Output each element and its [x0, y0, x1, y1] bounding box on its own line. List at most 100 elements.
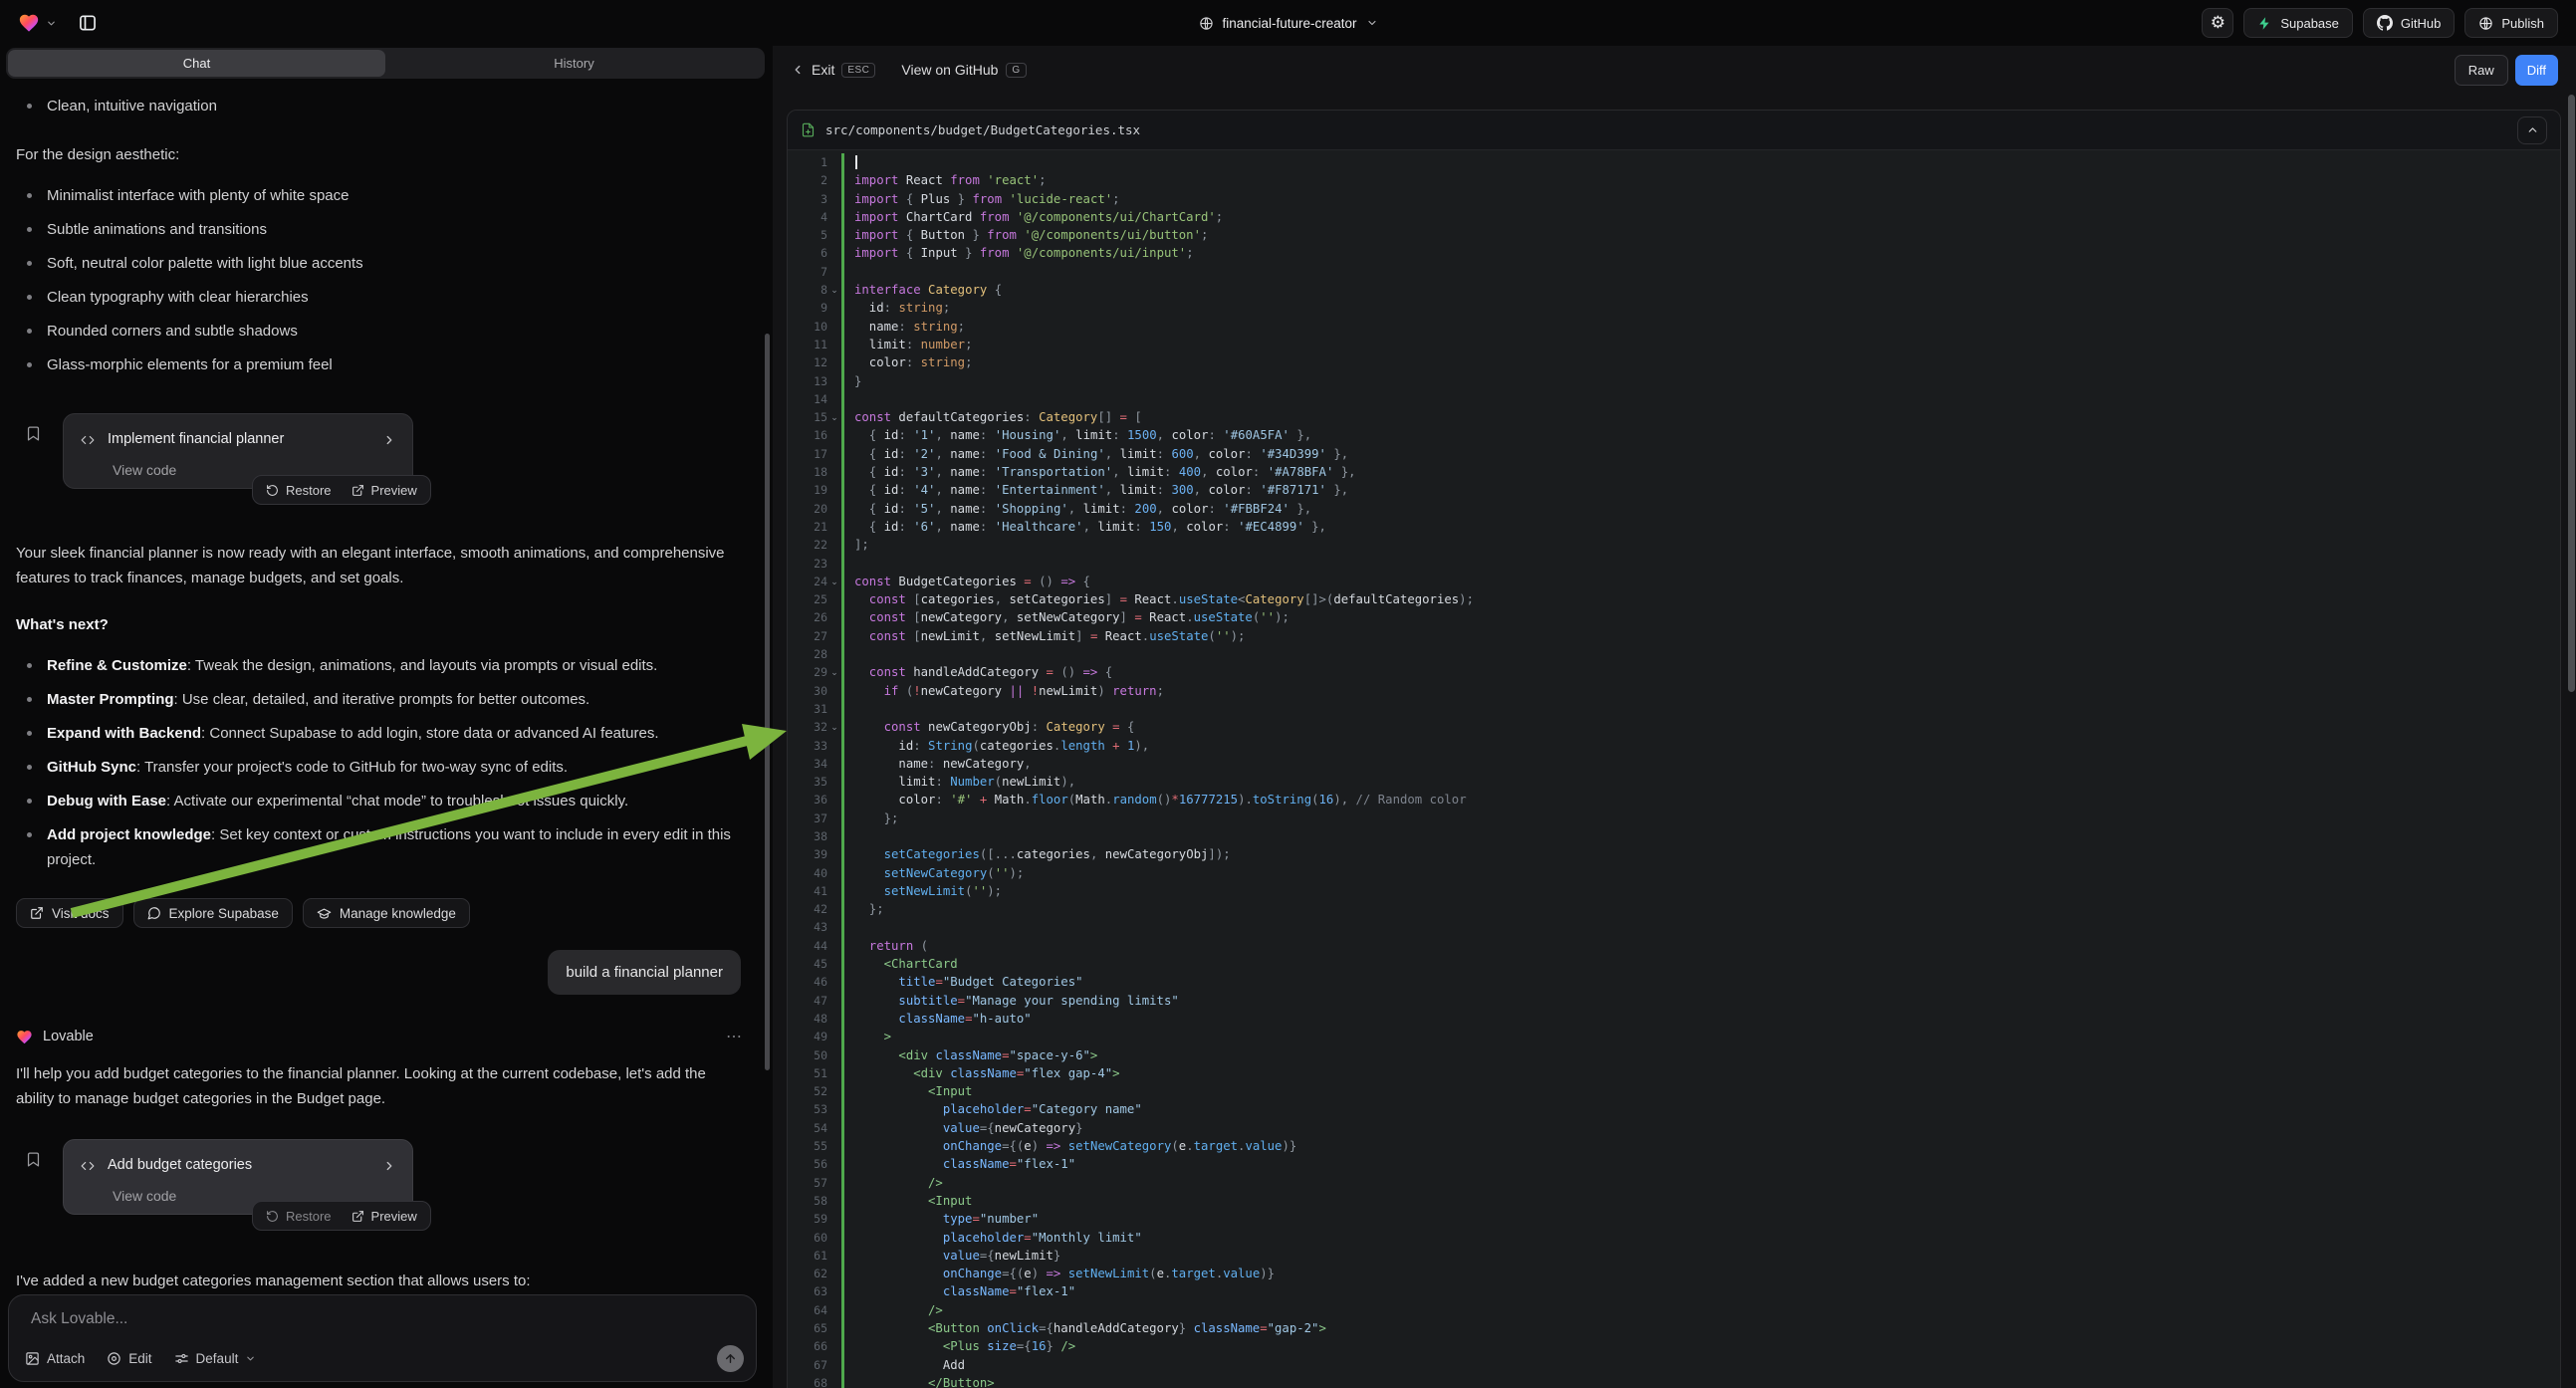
code-line: 50 <div className="space-y-6"> [788, 1046, 2560, 1064]
version-card-title: Implement financial planner [108, 427, 284, 452]
code-line: 29⌄ const handleAddCategory = () => { [788, 663, 2560, 681]
list-item: GitHub Sync: Transfer your project's cod… [16, 755, 747, 780]
code-line: 21 { id: '6', name: 'Healthcare', limit:… [788, 518, 2560, 536]
code-line: 48 className="h-auto" [788, 1010, 2560, 1028]
bookmark-icon[interactable] [25, 1151, 42, 1168]
code-line: 25 const [categories, setCategories] = R… [788, 590, 2560, 608]
chevron-down-icon [245, 1353, 256, 1364]
code-line: 43 [788, 918, 2560, 936]
code-line: 53 placeholder="Category name" [788, 1100, 2560, 1118]
external-link-icon [351, 484, 364, 497]
code-file-card: src/components/budget/BudgetCategories.t… [787, 110, 2561, 1388]
code-file-header[interactable]: src/components/budget/BudgetCategories.t… [788, 111, 2560, 150]
sidebar-toggle-icon[interactable] [73, 8, 103, 38]
code-line: 10 name: string; [788, 318, 2560, 336]
restore-button[interactable]: Restore [256, 1202, 342, 1230]
code-line: 36 color: '#' + Math.floor(Math.random()… [788, 791, 2560, 809]
code-line: 3import { Plus } from 'lucide-react'; [788, 190, 2560, 208]
visit-docs-button[interactable]: Visit docs [16, 898, 123, 928]
code-line: 67 Add [788, 1356, 2560, 1374]
code-line: 6import { Input } from '@/components/ui/… [788, 244, 2560, 262]
preview-button[interactable]: Preview [342, 1202, 427, 1230]
assistant-header: Lovable ⋯ [16, 1025, 747, 1049]
mode-select[interactable]: Default [174, 1351, 257, 1366]
tab-history[interactable]: History [385, 50, 763, 77]
message-more-button[interactable]: ⋯ [726, 1025, 747, 1049]
design-aesthetic-heading: For the design aesthetic: [16, 142, 747, 167]
view-on-github-button[interactable]: View on GitHub G [901, 62, 1026, 78]
lovable-logo-icon[interactable] [18, 12, 40, 34]
chat-panel: Chat History Clean, intuitive navigation… [0, 46, 773, 1388]
added-intro: I've added a new budget categories manag… [16, 1269, 747, 1288]
chevron-right-icon [382, 1159, 396, 1173]
code-line: 13} [788, 372, 2560, 390]
code-line: 58 <Input [788, 1192, 2560, 1210]
edit-button[interactable]: Edit [107, 1351, 151, 1366]
publish-button[interactable]: Publish [2464, 8, 2558, 38]
code-line: 65 <Button onClick={handleAddCategory} c… [788, 1319, 2560, 1337]
code-editor[interactable]: 12import React from 'react';3import { Pl… [788, 151, 2560, 1388]
code-line: 32⌄ const newCategoryObj: Category = { [788, 718, 2560, 736]
graduation-cap-icon [317, 906, 332, 921]
code-line: 2import React from 'react'; [788, 171, 2560, 189]
code-line: 20 { id: '5', name: 'Shopping', limit: 2… [788, 500, 2560, 518]
version-card-wrap: Implement financial planner View code Re… [25, 413, 747, 517]
code-scrollbar[interactable] [2568, 95, 2575, 692]
list-item: Subtle animations and transitions [16, 217, 747, 242]
code-line: 22]; [788, 536, 2560, 554]
collapse-file-button[interactable] [2517, 116, 2547, 144]
attach-button[interactable]: Attach [25, 1351, 85, 1366]
sliders-icon [174, 1351, 189, 1366]
code-line: 14 [788, 390, 2560, 408]
restore-button[interactable]: Restore [256, 476, 342, 504]
code-line: 34 name: newCategory, [788, 755, 2560, 773]
code-line: 18 { id: '3', name: 'Transportation', li… [788, 463, 2560, 481]
logo-chevron-down-icon[interactable] [46, 18, 57, 29]
code-line: 54 value={newCategory} [788, 1119, 2560, 1137]
diff-toggle-button[interactable]: Diff [2515, 55, 2558, 86]
tab-chat[interactable]: Chat [8, 50, 385, 77]
code-line: 64 /> [788, 1301, 2560, 1319]
manage-knowledge-button[interactable]: Manage knowledge [303, 898, 470, 928]
code-line: 7 [788, 263, 2560, 281]
top-bar: financial-future-creator ⚙ Supabase GitH… [0, 0, 2576, 46]
project-switcher[interactable]: financial-future-creator [1198, 16, 1377, 31]
settings-button[interactable]: ⚙ [2202, 8, 2233, 38]
image-icon [25, 1351, 40, 1366]
chat-composer[interactable]: Ask Lovable... Attach Edit Default [8, 1294, 757, 1382]
code-line: 49 > [788, 1028, 2560, 1045]
list-item: Refine & Customize: Tweak the design, an… [16, 653, 747, 678]
list-item: Master Prompting: Use clear, detailed, a… [16, 687, 747, 712]
code-lines: 12import React from 'react';3import { Pl… [788, 153, 2560, 1388]
list-item: Rounded corners and subtle shadows [16, 319, 747, 344]
code-line: 66 <Plus size={16} /> [788, 1337, 2560, 1355]
lovable-heart-icon [16, 1029, 33, 1045]
send-button[interactable] [717, 1345, 744, 1372]
github-button[interactable]: GitHub [2363, 8, 2455, 38]
code-line: 31 [788, 700, 2560, 718]
code-line: 16 { id: '1', name: 'Housing', limit: 15… [788, 426, 2560, 444]
project-chevron-down-icon [1366, 17, 1378, 29]
exit-button[interactable]: Exit ESC [791, 62, 875, 78]
restore-preview-bar: Restore Preview [252, 1201, 431, 1231]
raw-toggle-button[interactable]: Raw [2455, 55, 2508, 86]
code-line: 1 [788, 153, 2560, 171]
list-item: Expand with Backend: Connect Supabase to… [16, 721, 747, 746]
code-line: 41 setNewLimit(''); [788, 882, 2560, 900]
code-icon [80, 433, 96, 447]
restore-preview-bar: Restore Preview [252, 475, 431, 505]
list-item: Debug with Ease: Activate our experiment… [16, 789, 747, 813]
bookmark-icon[interactable] [25, 425, 42, 442]
preview-button[interactable]: Preview [342, 476, 427, 504]
code-line: 15⌄const defaultCategories: Category[] =… [788, 408, 2560, 426]
code-line: 30 if (!newCategory || !newLimit) return… [788, 682, 2560, 700]
chat-messages: Clean, intuitive navigation For the desi… [0, 84, 763, 1288]
code-line: 61 value={newLimit} [788, 1247, 2560, 1265]
code-line: 46 title="Budget Categories" [788, 973, 2560, 991]
explore-supabase-button[interactable]: Explore Supabase [133, 898, 293, 928]
chat-scrollbar[interactable] [765, 334, 770, 1070]
supabase-button[interactable]: Supabase [2243, 8, 2353, 38]
code-line: 55 onChange={(e) => setNewCategory(e.tar… [788, 1137, 2560, 1155]
assistant-name: Lovable [43, 1025, 94, 1049]
chevron-right-icon [382, 433, 396, 447]
